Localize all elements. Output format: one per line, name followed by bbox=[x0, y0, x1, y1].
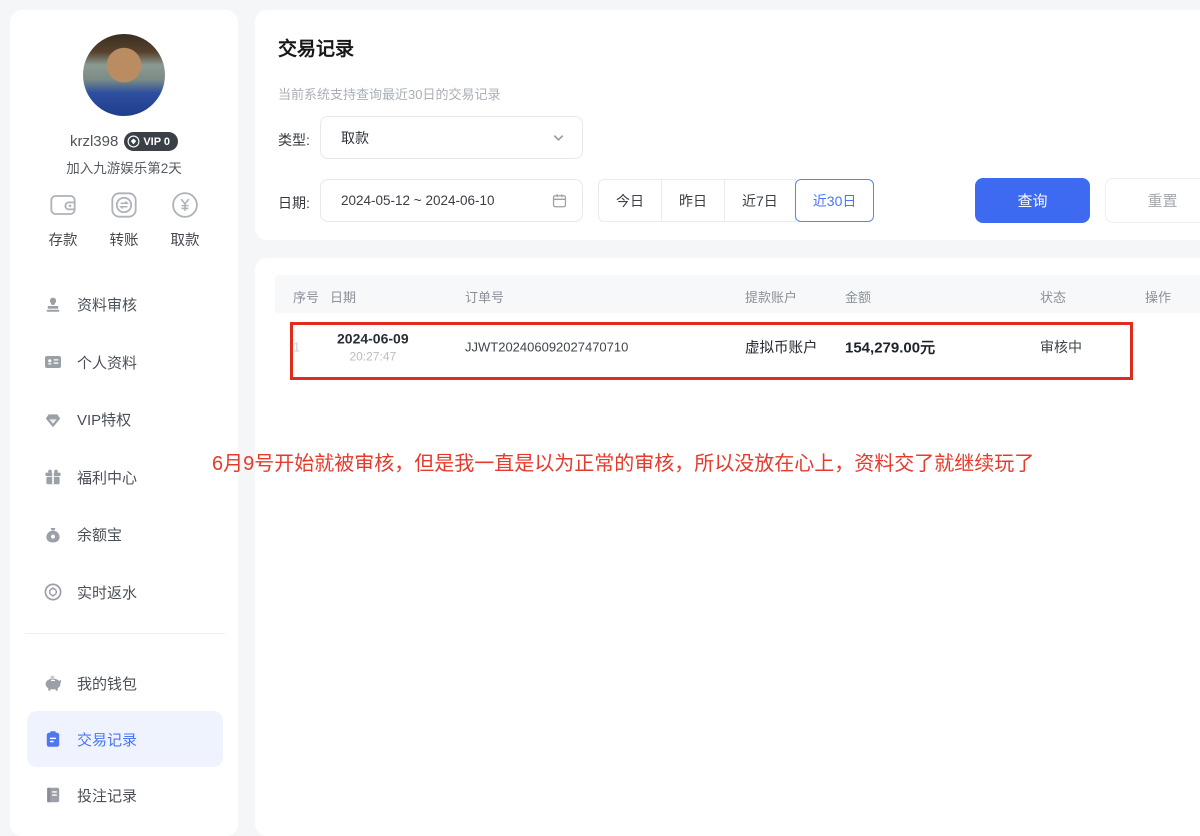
sidebar: krzl398 VIP 0 加入九游娱乐第2天 存款 bbox=[10, 10, 238, 836]
vip-diamond-icon bbox=[127, 135, 140, 148]
date-range-input[interactable]: 2024-05-12 ~ 2024-06-10 bbox=[320, 179, 583, 222]
sidebar-item-label: 投注记录 bbox=[77, 785, 137, 806]
range-30days-button[interactable]: 近30日 bbox=[795, 179, 875, 222]
piggy-bank-icon bbox=[43, 673, 63, 693]
col-order: 订单号 bbox=[465, 287, 504, 306]
cell-date-value: 2024-06-09 bbox=[337, 330, 409, 346]
reset-button[interactable]: 重置 bbox=[1105, 178, 1200, 223]
rebate-icon bbox=[43, 582, 63, 602]
cell-order-no: JJWT202406092027470710 bbox=[465, 339, 628, 354]
cell-amount: 154,279.00元 bbox=[845, 336, 935, 357]
sidebar-item-betting-records[interactable]: 投注记录 bbox=[27, 767, 223, 823]
sidebar-item-label: 个人资料 bbox=[77, 352, 137, 373]
transactions-table: 序号 日期 订单号 提款账户 金额 状态 操作 1 2024-06-09 20:… bbox=[255, 258, 1200, 836]
quick-action-label: 存款 bbox=[49, 229, 78, 250]
user-row: krzl398 VIP 0 bbox=[10, 132, 238, 151]
cell-account: 虚拟币账户 bbox=[745, 336, 818, 357]
col-action: 操作 bbox=[1145, 287, 1171, 306]
sidebar-item-vip[interactable]: VIP特权 bbox=[43, 391, 226, 449]
gift-icon bbox=[43, 467, 63, 487]
notebook-icon bbox=[43, 785, 63, 805]
sidebar-item-label: 余额宝 bbox=[77, 524, 122, 545]
sidebar-menu: 资料审核 个人资料 bbox=[43, 276, 226, 621]
quick-range-group: 今日 昨日 近7日 近30日 bbox=[598, 179, 874, 222]
col-seq: 序号 bbox=[293, 287, 319, 306]
table-row[interactable]: 1 2024-06-09 20:27:47 JJWT20240609202747… bbox=[275, 313, 1200, 380]
sidebar-item-label: VIP特权 bbox=[77, 409, 131, 430]
username: krzl398 bbox=[70, 133, 118, 150]
type-select-value: 取款 bbox=[341, 128, 369, 148]
sidebar-item-label: 我的钱包 bbox=[77, 673, 137, 694]
clipboard-icon bbox=[43, 729, 63, 749]
annotation-text: 6月9号开始就被审核，但是我一直是以为正常的审核，所以没放在心上，资料交了就继续… bbox=[212, 447, 1034, 476]
sidebar-divider bbox=[25, 633, 225, 634]
avatar[interactable] bbox=[83, 34, 165, 116]
page-title: 交易记录 bbox=[278, 34, 354, 61]
page-subtitle: 当前系统支持查询最近30日的交易记录 bbox=[278, 84, 500, 103]
vip-badge: VIP 0 bbox=[124, 132, 178, 151]
wallet-icon bbox=[46, 188, 80, 222]
quick-action-withdraw[interactable]: 取款 bbox=[156, 188, 214, 250]
id-card-icon bbox=[43, 352, 63, 372]
calendar-icon bbox=[551, 192, 568, 209]
range-today-button[interactable]: 今日 bbox=[598, 179, 662, 222]
sidebar-menu-secondary: 我的钱包 交易记录 bbox=[27, 655, 223, 823]
sidebar-item-personal-info[interactable]: 个人资料 bbox=[43, 334, 226, 392]
sidebar-item-profile-review[interactable]: 资料审核 bbox=[43, 276, 226, 334]
quick-action-deposit[interactable]: 存款 bbox=[34, 188, 92, 250]
cell-seq: 1 bbox=[293, 339, 300, 354]
date-range-value: 2024-05-12 ~ 2024-06-10 bbox=[341, 193, 495, 208]
sidebar-item-wallet[interactable]: 我的钱包 bbox=[27, 655, 223, 711]
sidebar-item-benefits[interactable]: 福利中心 bbox=[43, 449, 226, 507]
quick-action-label: 转账 bbox=[110, 229, 139, 250]
col-date: 日期 bbox=[330, 287, 356, 306]
range-yesterday-button[interactable]: 昨日 bbox=[661, 179, 725, 222]
sidebar-item-transactions[interactable]: 交易记录 bbox=[27, 711, 223, 767]
type-select[interactable]: 取款 bbox=[320, 116, 583, 159]
table-header-row: 序号 日期 订单号 提款账户 金额 状态 操作 bbox=[275, 275, 1200, 313]
vip-badge-label: VIP 0 bbox=[143, 136, 170, 148]
sidebar-item-yuebao[interactable]: 余额宝 bbox=[43, 506, 226, 564]
sidebar-item-label: 实时返水 bbox=[77, 582, 137, 603]
col-amount: 金额 bbox=[845, 287, 871, 306]
quick-action-label: 取款 bbox=[171, 229, 200, 250]
sidebar-item-label: 福利中心 bbox=[77, 467, 137, 488]
quick-action-transfer[interactable]: 转账 bbox=[95, 188, 153, 250]
withdraw-icon bbox=[168, 188, 202, 222]
filter-panel: 交易记录 当前系统支持查询最近30日的交易记录 类型: 取款 日期: 2024-… bbox=[255, 10, 1200, 240]
col-status: 状态 bbox=[1040, 287, 1066, 306]
sidebar-item-label: 资料审核 bbox=[77, 294, 137, 315]
join-days-text: 加入九游娱乐第2天 bbox=[10, 157, 238, 177]
range-7days-button[interactable]: 近7日 bbox=[724, 179, 796, 222]
money-bag-icon bbox=[43, 525, 63, 545]
sidebar-item-rebate[interactable]: 实时返水 bbox=[43, 564, 226, 622]
chevron-down-icon bbox=[551, 130, 566, 145]
stamp-icon bbox=[43, 295, 63, 315]
search-button[interactable]: 查询 bbox=[975, 178, 1090, 223]
cell-status: 审核中 bbox=[1040, 337, 1082, 357]
gem-icon bbox=[43, 410, 63, 430]
cell-date: 2024-06-09 20:27:47 bbox=[337, 330, 409, 363]
sidebar-item-label: 交易记录 bbox=[77, 729, 137, 750]
cell-time-value: 20:27:47 bbox=[337, 349, 409, 363]
date-label: 日期: bbox=[278, 193, 310, 213]
transfer-icon bbox=[107, 188, 141, 222]
type-label: 类型: bbox=[278, 130, 310, 150]
col-account: 提款账户 bbox=[745, 287, 797, 306]
quick-actions: 存款 转账 取款 bbox=[34, 188, 214, 250]
